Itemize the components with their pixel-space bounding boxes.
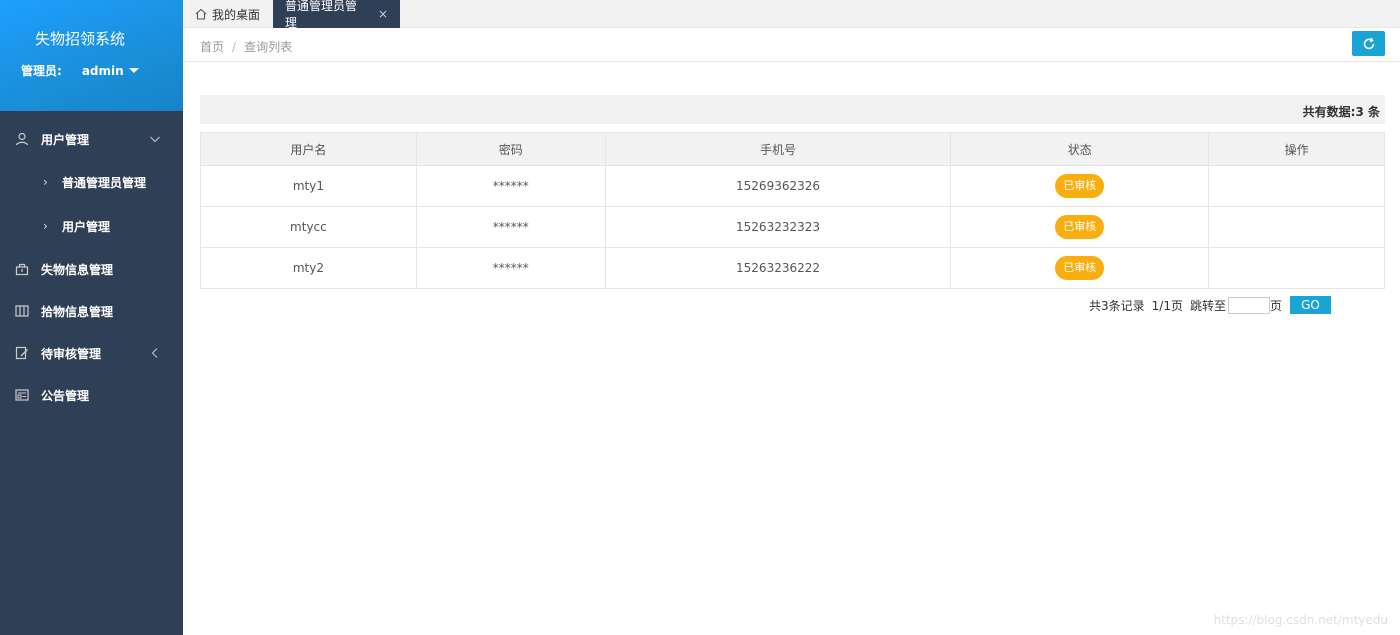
sidebar-item-lost-items[interactable]: 失物信息管理 [0,248,183,290]
sidebar-subitem-users[interactable]: › 用户管理 [0,204,183,248]
status-badge: 已审核 [1055,215,1105,239]
table-row: mty2 ****** 15263236222 已审核 [200,247,1385,289]
cell-username: mty1 [200,165,417,207]
main-content: 我的桌面 普通管理员管理 × 首页 / 查询列表 共有数据:3 条 用户名 密码 手… [183,0,1400,635]
pager-page-unit: 页 [1269,298,1282,313]
close-icon[interactable]: × [378,7,388,21]
sidebar-item-label: 拾物信息管理 [41,304,114,319]
column-header-actions: 操作 [1208,132,1385,166]
go-button[interactable]: GO [1290,296,1331,314]
pager-records: 共3条记录 [1089,298,1145,313]
sidebar-item-label: 待审核管理 [41,346,102,361]
table-row: mtycc ****** 15263232323 已审核 [200,206,1385,248]
pagination: 共3条记录 1/1页 跳转至 页 GO [1089,296,1331,314]
table-row: mty1 ****** 15269362326 已审核 [200,165,1385,207]
summary-bar: 共有数据:3 条 [200,95,1385,124]
sidebar: 失物招领系统 管理员: admin 用户管理 › 普通管理员管理 › 用户管理 [0,0,183,635]
columns-icon [15,305,29,317]
sidebar-nav: 用户管理 › 普通管理员管理 › 用户管理 失物信息管理 拾物信息管理 待审核管… [0,118,183,416]
sidebar-subitem-label: 用户管理 [62,219,111,234]
sidebar-item-user-management[interactable]: 用户管理 [0,118,183,160]
pager-jump-label: 跳转至 [1189,298,1226,313]
sidebar-subitem-normal-admin[interactable]: › 普通管理员管理 [0,160,183,204]
sidebar-header: 失物招领系统 管理员: admin [0,0,183,111]
cell-actions [1208,206,1385,248]
user-icon [15,132,29,146]
admin-table: 用户名 密码 手机号 状态 操作 mty1 ****** 15269362326… [200,132,1385,289]
refresh-icon [1363,37,1374,49]
breadcrumb: 首页 / 查询列表 [200,38,292,55]
edit-icon [15,346,28,360]
total-count: 共有数据:3 条 [1302,105,1380,119]
cell-phone: 15263232323 [604,206,952,248]
status-badge: 已审核 [1055,174,1105,198]
sidebar-subitem-label: 普通管理员管理 [62,175,147,190]
chevron-left-icon [151,348,158,358]
column-header-phone: 手机号 [604,132,952,166]
cell-status: 已审核 [950,206,1210,248]
sidebar-item-notices[interactable]: 公告管理 [0,374,183,416]
tab-label: 普通管理员管理 [285,0,358,30]
status-badge: 已审核 [1055,256,1105,280]
caret-down-icon[interactable] [128,68,139,73]
chevron-down-icon [150,136,160,143]
tab-label: 我的桌面 [212,7,261,22]
home-icon [195,8,207,20]
cell-phone: 15269362326 [604,165,952,207]
breadcrumb-separator: / [232,40,237,54]
cell-username: mtycc [200,206,417,248]
system-title: 失物招领系统 [34,30,125,48]
cell-actions [1208,247,1385,289]
admin-label: 管理员: [21,64,62,78]
notice-icon [15,389,29,401]
sidebar-item-label: 用户管理 [41,132,90,147]
cell-username: mty2 [200,247,417,289]
cell-status: 已审核 [950,247,1210,289]
breadcrumb-current: 查询列表 [244,40,293,54]
admin-name[interactable]: admin [82,64,124,78]
cell-password: ****** [415,247,606,289]
cell-status: 已审核 [950,165,1210,207]
sidebar-item-found-items[interactable]: 拾物信息管理 [0,290,183,332]
sidebar-item-label: 失物信息管理 [41,262,114,277]
refresh-button[interactable] [1352,31,1385,56]
table-header-row: 用户名 密码 手机号 状态 操作 [200,132,1385,166]
cell-actions [1208,165,1385,207]
watermark: https://blog.csdn.net/mtyedu [1213,613,1388,627]
tab-my-desktop[interactable]: 我的桌面 [183,0,273,28]
bag-icon [15,263,29,276]
pager-pages: 1/1页 [1151,298,1183,313]
sidebar-item-pending-review[interactable]: 待审核管理 [0,332,183,374]
admin-menu[interactable]: 管理员: admin [21,62,139,79]
column-header-password: 密码 [415,132,606,166]
page-jump-input[interactable] [1227,296,1270,314]
chevron-right-icon: › [43,175,48,189]
breadcrumb-home[interactable]: 首页 [200,40,224,54]
cell-password: ****** [415,206,606,248]
sidebar-item-label: 公告管理 [41,388,90,403]
cell-password: ****** [415,165,606,207]
column-header-status: 状态 [950,132,1210,166]
cell-phone: 15263236222 [604,247,952,289]
chevron-right-icon: › [43,219,48,233]
tab-bar: 我的桌面 普通管理员管理 × [183,0,1400,30]
column-header-username: 用户名 [200,132,417,166]
tab-normal-admin-management[interactable]: 普通管理员管理 × [273,0,400,30]
breadcrumb-bar: 首页 / 查询列表 [183,28,1400,62]
